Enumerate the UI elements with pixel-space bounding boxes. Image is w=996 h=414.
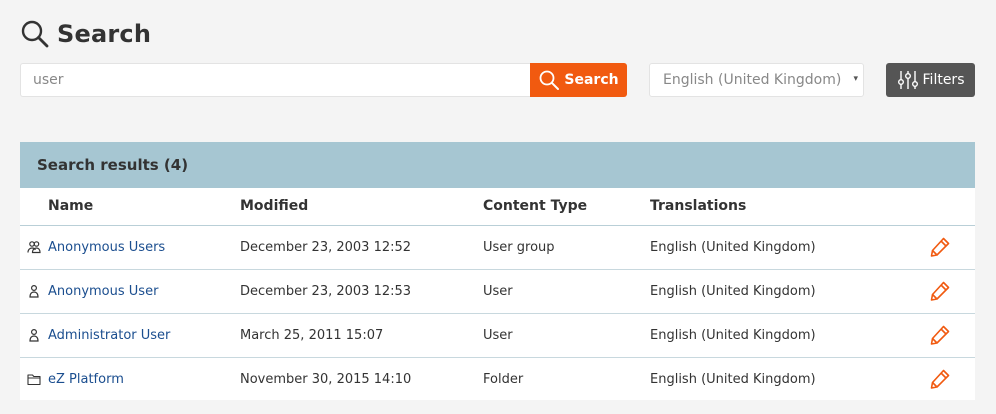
pencil-icon[interactable] (928, 323, 952, 347)
sliders-icon (897, 71, 918, 89)
row-edit-cell (905, 269, 975, 313)
row-modified: December 23, 2003 12:53 (240, 283, 412, 299)
filters-button[interactable]: Filters (886, 63, 975, 97)
search-input[interactable] (20, 63, 530, 97)
row-content-type: Folder (483, 371, 524, 387)
search-icon (21, 20, 49, 48)
folder-icon (27, 374, 41, 386)
row-icon-cell (20, 357, 48, 401)
table-row: Anonymous Users December 23, 2003 12:52 … (20, 225, 975, 269)
content-link[interactable]: Anonymous User (48, 284, 158, 299)
table-row: Administrator User March 25, 2011 15:07 … (20, 313, 975, 357)
row-edit-cell (905, 357, 975, 401)
user-icon (29, 328, 39, 342)
row-translations: English (United Kingdom) (650, 327, 816, 343)
row-edit-cell (905, 313, 975, 357)
row-modified: November 30, 2015 14:10 (240, 371, 412, 387)
row-translations: English (United Kingdom) (650, 283, 816, 299)
row-content-type: User (483, 283, 513, 299)
column-header-icon (20, 188, 48, 225)
page-title: Search (57, 20, 152, 48)
language-select-value: English (United Kingdom) (663, 72, 842, 88)
pencil-icon[interactable] (928, 367, 952, 391)
table-row: Anonymous User December 23, 2003 12:53 U… (20, 269, 975, 313)
chevron-down-icon: ▾ (853, 74, 858, 84)
content-link[interactable]: eZ Platform (48, 372, 124, 387)
content-link[interactable]: Administrator User (48, 328, 170, 343)
row-content-type: User (483, 327, 513, 343)
user-group-icon (27, 241, 41, 254)
search-results-header: Search results (4) (20, 142, 975, 188)
row-content-type: User group (483, 239, 555, 255)
column-header-modified[interactable]: Modified (240, 188, 483, 225)
search-button-label: Search (564, 72, 619, 88)
user-icon (29, 284, 39, 298)
row-modified: December 23, 2003 12:52 (240, 239, 412, 255)
row-name-cell: Anonymous User (48, 269, 240, 313)
row-icon-cell (20, 269, 48, 313)
row-name-cell: Anonymous Users (48, 225, 240, 269)
column-header-translations[interactable]: Translations (650, 188, 905, 225)
language-select[interactable]: English (United Kingdom) ▾ (649, 63, 864, 97)
search-icon (539, 70, 560, 90)
row-edit-cell (905, 225, 975, 269)
search-results-title: Search results (4) (37, 156, 189, 174)
row-translations: English (United Kingdom) (650, 239, 816, 255)
row-icon-cell (20, 313, 48, 357)
column-header-content-type[interactable]: Content Type (483, 188, 650, 225)
table-header-row: Name Modified Content Type Translations (20, 188, 975, 225)
column-header-name[interactable]: Name (48, 188, 240, 225)
search-results-panel: Search results (4) Name Modified Content… (20, 142, 975, 400)
column-header-actions (905, 188, 975, 225)
row-icon-cell (20, 225, 48, 269)
search-button[interactable]: Search (530, 63, 627, 97)
pencil-icon[interactable] (928, 279, 952, 303)
row-name-cell: eZ Platform (48, 357, 240, 401)
row-name-cell: Administrator User (48, 313, 240, 357)
row-translations: English (United Kingdom) (650, 371, 816, 387)
content-link[interactable]: Anonymous Users (48, 240, 165, 255)
filters-button-label: Filters (922, 72, 965, 88)
row-modified: March 25, 2011 15:07 (240, 327, 384, 343)
pencil-icon[interactable] (928, 235, 952, 259)
table-row: eZ Platform November 30, 2015 14:10 Fold… (20, 357, 975, 401)
search-results-table: Name Modified Content Type Translations (20, 188, 975, 401)
page-title-group: Search (20, 18, 151, 50)
